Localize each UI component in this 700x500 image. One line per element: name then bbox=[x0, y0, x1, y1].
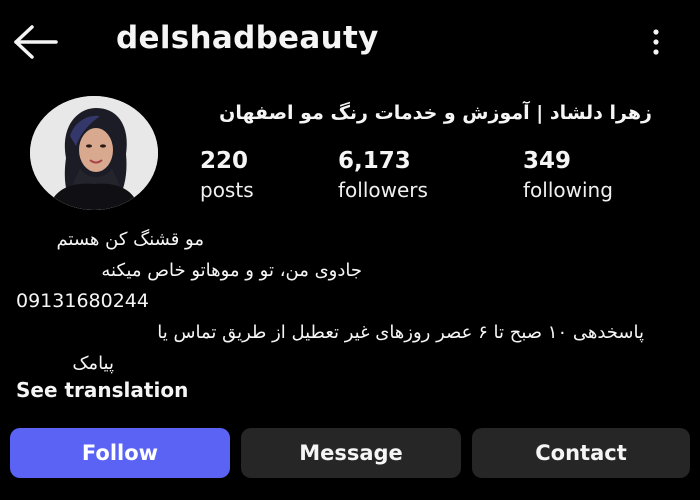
see-translation-link[interactable]: See translation bbox=[16, 378, 188, 402]
profile-avatar[interactable] bbox=[30, 96, 158, 210]
profile-full-name: زهرا دلشاد | آموزش و خدمات رنگ مو اصفهان bbox=[219, 102, 652, 124]
posts-stat[interactable]: 220 posts bbox=[200, 146, 254, 204]
follow-button[interactable]: Follow bbox=[10, 428, 230, 478]
followers-stat[interactable]: 6,173 followers bbox=[338, 146, 428, 204]
contact-button[interactable]: Contact bbox=[472, 428, 690, 478]
posts-count: 220 bbox=[200, 148, 249, 174]
more-vertical-icon bbox=[653, 29, 659, 55]
arrow-left-icon bbox=[14, 25, 58, 59]
profile-header: delshadbeauty bbox=[0, 0, 700, 84]
followers-label: followers bbox=[338, 178, 428, 202]
following-label: following bbox=[523, 178, 613, 202]
back-button[interactable] bbox=[10, 22, 60, 62]
bio-line: پیامک bbox=[72, 353, 114, 374]
bio-line: مو قشنگ کن هستم bbox=[56, 229, 204, 250]
bio-line: پاسخدهی ۱۰ صبح تا ۶ عصر روزهای غیر تعطیل… bbox=[157, 322, 644, 343]
following-stat[interactable]: 349 following bbox=[523, 146, 613, 204]
posts-label: posts bbox=[200, 178, 254, 202]
more-options-button[interactable] bbox=[640, 24, 672, 60]
bio-phone-number[interactable]: 09131680244 bbox=[16, 286, 666, 317]
following-count: 349 bbox=[523, 148, 572, 174]
profile-photo bbox=[30, 96, 158, 210]
followers-count: 6,173 bbox=[338, 148, 411, 174]
message-button[interactable]: Message bbox=[241, 428, 461, 478]
profile-username: delshadbeauty bbox=[116, 20, 379, 56]
profile-bio: مو قشنگ کن هستم جادوی من، تو و موهاتو خا… bbox=[16, 224, 666, 379]
bio-line: جادوی من، تو و موهاتو خاص میکنه bbox=[101, 260, 362, 281]
